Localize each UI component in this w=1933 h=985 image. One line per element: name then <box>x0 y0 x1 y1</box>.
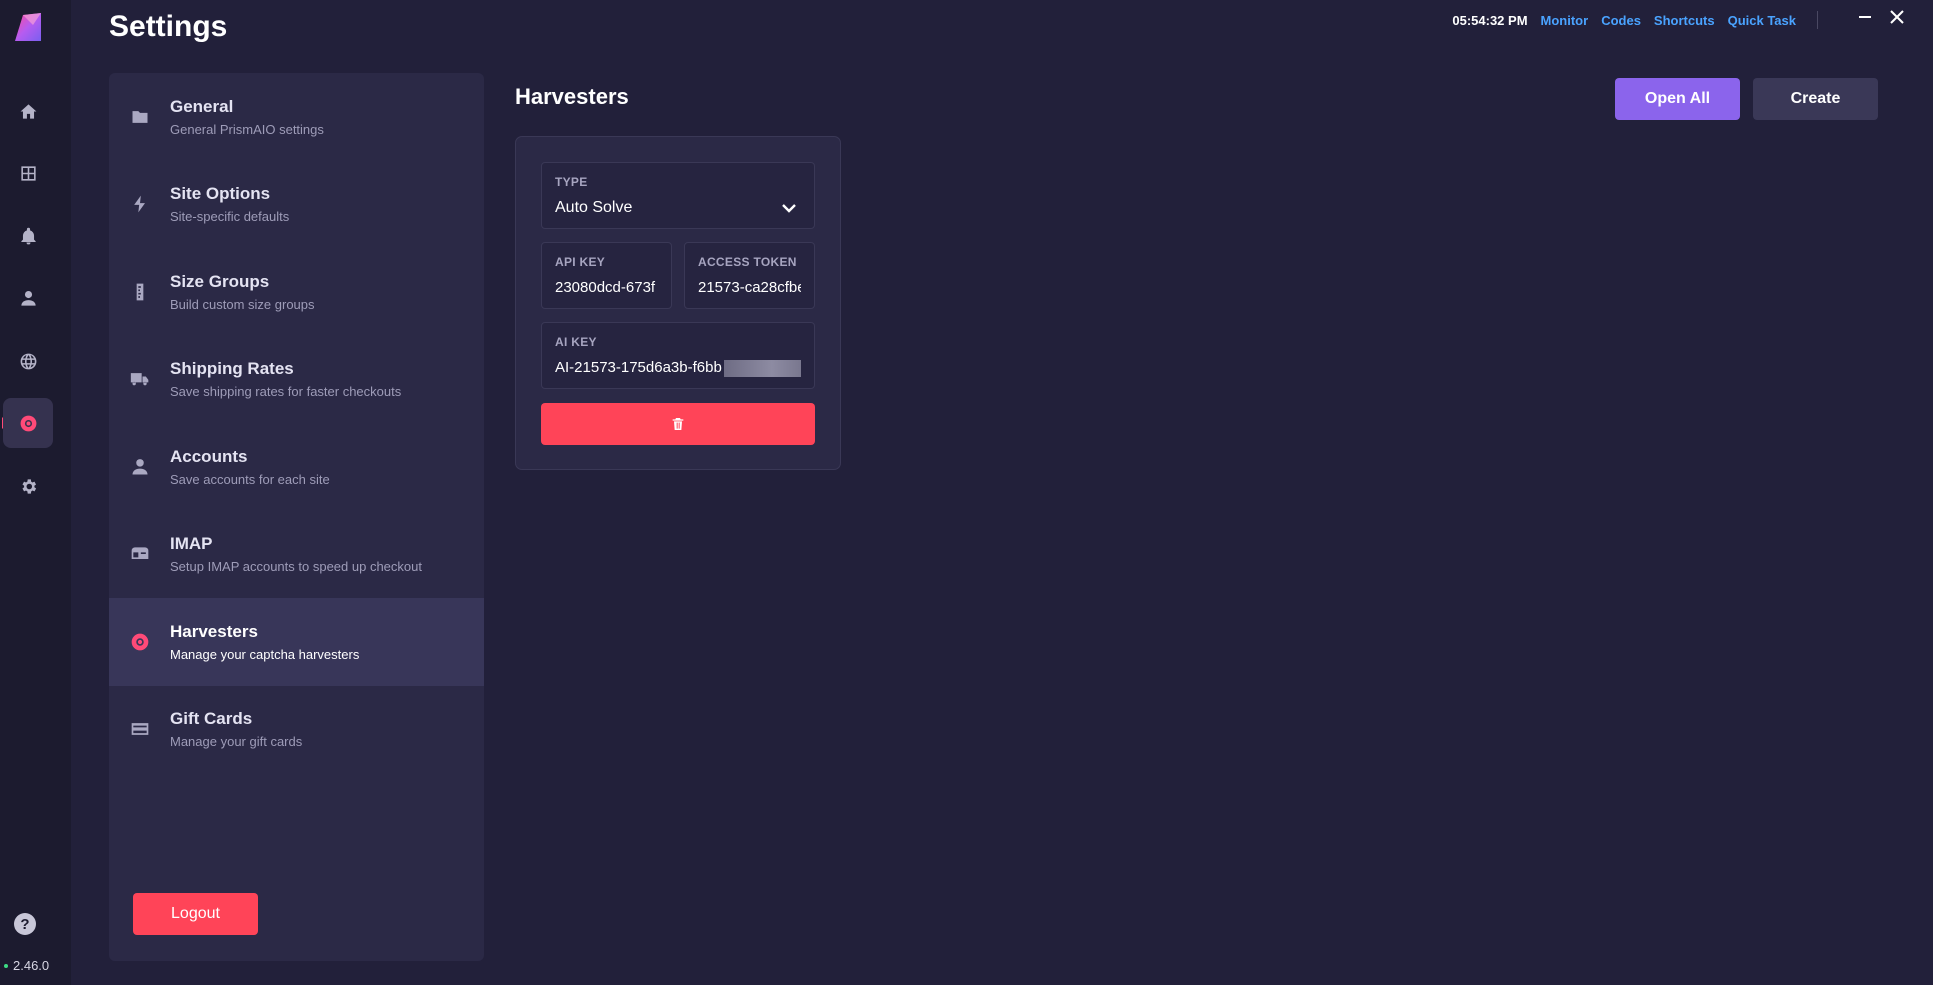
type-select[interactable]: TYPE Auto Solve <box>541 162 815 229</box>
ai-key-label: AI KEY <box>555 335 597 349</box>
page-title: Settings <box>109 10 228 43</box>
menu-item-title: Size Groups <box>170 271 270 291</box>
bell-icon <box>20 227 36 244</box>
create-button[interactable]: Create <box>1753 78 1878 120</box>
top-bar: 05:54:32 PM Monitor Codes Shortcuts Quic… <box>1452 9 1818 31</box>
menu-item-accounts[interactable]: Accounts Save accounts for each site <box>109 423 484 511</box>
access-token-label: ACCESS TOKEN <box>698 255 797 269</box>
harvesters-nav[interactable] <box>3 398 53 448</box>
menu-item-general[interactable]: General General PrismAIO settings <box>109 73 484 161</box>
section-title: Harvesters <box>515 84 629 109</box>
menu-item-subtitle: Manage your gift cards <box>170 734 303 750</box>
logout-button[interactable]: Logout <box>133 893 258 935</box>
dashboard-nav[interactable] <box>3 148 53 198</box>
divider <box>1817 11 1818 29</box>
menu-item-subtitle: Setup IMAP accounts to speed up checkout <box>170 559 422 575</box>
notifications-nav[interactable] <box>3 211 53 261</box>
globe-icon <box>20 353 36 369</box>
mailbox-icon <box>131 547 149 560</box>
user-icon <box>132 458 148 475</box>
type-value: Auto Solve <box>555 199 633 216</box>
gear-icon <box>21 478 36 494</box>
api-key-value: 23080dcd-673f <box>555 279 656 296</box>
menu-item-subtitle: Save accounts for each site <box>170 471 330 487</box>
codes-link[interactable]: Codes <box>1601 13 1641 28</box>
prism-logo[interactable] <box>11 11 45 45</box>
home-nav[interactable] <box>3 86 53 136</box>
menu-item-imap[interactable]: IMAP Setup IMAP accounts to speed up chec… <box>109 511 484 599</box>
menu-item-subtitle: Save shipping rates for faster checkouts <box>170 384 402 400</box>
shortcuts-link[interactable]: Shortcuts <box>1654 13 1715 28</box>
close-icon <box>1890 10 1904 24</box>
open-all-button[interactable]: Open All <box>1615 78 1740 120</box>
help-icon[interactable]: ? <box>14 913 36 935</box>
menu-item-gift-cards[interactable]: Gift Cards Manage your gift cards <box>109 686 484 774</box>
menu-item-site-options[interactable]: Site Options Site-specific defaults <box>109 161 484 249</box>
access-token-field[interactable]: ACCESS TOKEN 21573-ca28cfbe <box>684 242 815 309</box>
menu-item-size-groups[interactable]: Size Groups Build custom size groups <box>109 248 484 336</box>
menu-item-title: Accounts <box>170 446 248 466</box>
menu-item-title: Harvesters <box>170 621 258 641</box>
close-button[interactable] <box>1882 4 1912 30</box>
chrome-icon <box>131 633 149 651</box>
menu-item-harvesters[interactable]: Harvesters Manage your captcha harvesters <box>109 598 484 686</box>
menu-item-subtitle: Site-specific defaults <box>170 209 290 225</box>
credit-card-icon <box>131 723 149 736</box>
version-number: 2.46.0 <box>13 958 50 973</box>
menu-item-title: General <box>170 96 234 116</box>
minimize-button[interactable] <box>1850 4 1880 30</box>
ruler-icon <box>136 283 144 301</box>
api-key-label: API KEY <box>555 255 606 269</box>
menu-item-title: Shipping Rates <box>170 359 294 379</box>
delete-button[interactable] <box>541 403 815 445</box>
minimize-icon <box>1859 16 1871 18</box>
harvester-card: TYPE Auto Solve API KEY 23080dcd-673f AC… <box>515 136 841 470</box>
monitor-link[interactable]: Monitor <box>1541 13 1589 28</box>
ai-key-value: AI-21573-175d6a3b-f6bb <box>555 359 722 376</box>
ai-key-field[interactable]: AI KEY AI-21573-175d6a3b-f6bb <box>541 322 815 389</box>
ai-key-row: AI-21573-175d6a3b-f6bb <box>555 359 801 377</box>
menu-item-title: Gift Cards <box>170 709 253 729</box>
settings-nav[interactable] <box>3 461 53 511</box>
user-icon <box>20 290 36 306</box>
menu-item-subtitle: Build custom size groups <box>170 296 315 312</box>
trash-icon <box>672 418 684 430</box>
menu-item-title: IMAP <box>170 534 213 554</box>
clock: 05:54:32 PM <box>1452 12 1528 28</box>
grid-icon <box>20 165 36 181</box>
home-icon <box>20 103 36 119</box>
menu-item-shipping-rates[interactable]: Shipping Rates Save shipping rates for fa… <box>109 336 484 424</box>
menu-item-subtitle: Manage your captcha harvesters <box>170 646 360 662</box>
api-key-field[interactable]: API KEY 23080dcd-673f <box>541 242 672 309</box>
redacted-blur <box>723 359 801 377</box>
menu-item-subtitle: General PrismAIO settings <box>170 121 324 137</box>
chrome-icon <box>20 415 36 431</box>
left-rail: ? 2.46.0 <box>0 0 71 985</box>
version-label: 2.46.0 <box>4 958 49 973</box>
menu-item-title: Site Options <box>170 184 271 204</box>
bolt-icon <box>134 195 145 213</box>
folder-icon <box>132 110 148 123</box>
quick-task-link[interactable]: Quick Task <box>1728 13 1796 28</box>
access-token-value: 21573-ca28cfbe <box>698 279 801 296</box>
chevron-down-icon <box>780 199 798 217</box>
type-label: TYPE <box>555 175 588 189</box>
settings-menu: General General PrismAIO settings Site Op… <box>109 73 484 961</box>
proxies-nav[interactable] <box>3 336 53 386</box>
profiles-nav[interactable] <box>3 273 53 323</box>
truck-icon <box>130 373 149 386</box>
status-dot <box>4 963 8 968</box>
